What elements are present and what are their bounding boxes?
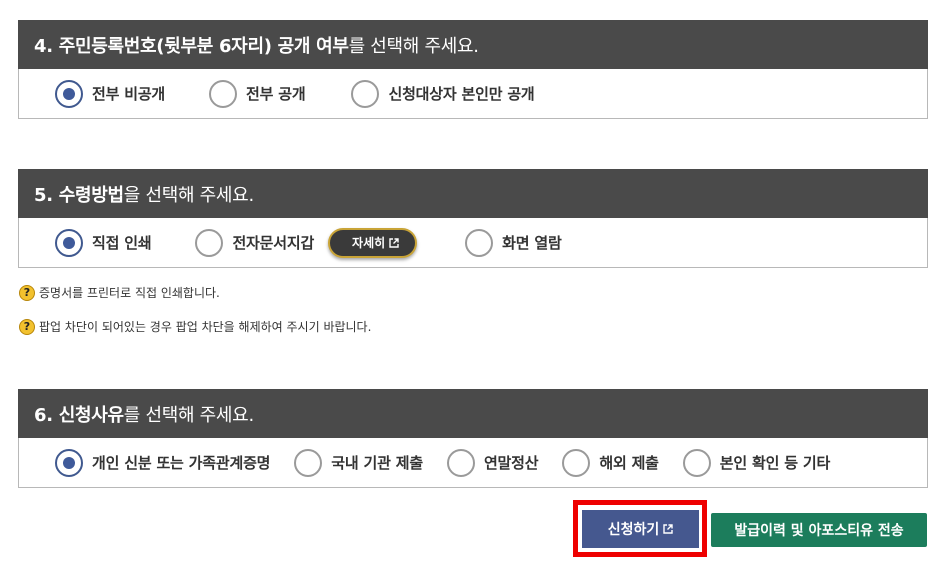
- radio-unselected-icon[interactable]: [562, 448, 591, 477]
- section-title-bold: 4. 주민등록번호(뒷부분 6자리) 공개 여부: [34, 35, 349, 57]
- radio-unselected-icon[interactable]: [351, 79, 380, 108]
- help-note-text: 증명서를 프린터로 직접 인쇄합니다.: [39, 286, 220, 300]
- section-resident-number: 4. 주민등록번호(뒷부분 6자리) 공개 여부 를 선택해 주세요. 전부 비공…: [18, 20, 928, 119]
- radio-label: 전부 공개: [246, 85, 306, 103]
- radio-label: 국내 기관 제출: [331, 454, 423, 472]
- apply-button[interactable]: 신청하기: [582, 510, 699, 548]
- radio-group: 전부 비공개 전부 공개 신청대상자 본인만 공개: [18, 69, 928, 119]
- radio-selected-icon[interactable]: [55, 448, 83, 477]
- radio-unselected-icon[interactable]: [446, 448, 475, 477]
- radio-label: 해외 제출: [599, 454, 659, 472]
- radio-option-family-relation[interactable]: 개인 신분 또는 가족관계증명: [55, 448, 271, 477]
- radio-label: 전부 비공개: [92, 85, 166, 103]
- help-note-print: ? 증명서를 프린터로 직접 인쇄합니다.: [19, 284, 220, 301]
- radio-option-overseas[interactable]: 해외 제출: [562, 448, 659, 477]
- radio-label: 연말정산: [483, 454, 539, 472]
- section-receipt-method: 5. 수령방법 을 선택해 주세요. 직접 인쇄 전자문서지갑 자세히 화면 열람: [18, 169, 928, 268]
- section-application-reason: 6. 신청사유 를 선택해 주세요. 개인 신분 또는 가족관계증명 국내 기관 …: [18, 389, 928, 488]
- question-circle-icon: ?: [19, 318, 35, 335]
- issue-history-label: 발급이력 및 아포스티유 전송: [734, 523, 904, 539]
- section-title-rest: 을 선택해 주세요.: [123, 184, 254, 206]
- radio-option-all-public[interactable]: 전부 공개: [209, 79, 306, 108]
- radio-option-domestic-agency[interactable]: 국내 기관 제출: [294, 448, 423, 477]
- section-header: 6. 신청사유 를 선택해 주세요.: [18, 389, 928, 438]
- radio-option-e-wallet[interactable]: 전자문서지갑: [195, 228, 315, 257]
- radio-unselected-icon[interactable]: [682, 448, 711, 477]
- radio-unselected-icon[interactable]: [294, 448, 323, 477]
- section-title-bold: 5. 수령방법: [34, 184, 124, 206]
- radio-group: 직접 인쇄 전자문서지갑 자세히 화면 열람: [18, 218, 928, 268]
- section-title-rest: 를 선택해 주세요.: [123, 404, 254, 426]
- help-note-text: 팝업 차단이 되어있는 경우 팝업 차단을 해제하여 주시기 바랍니다.: [39, 320, 372, 334]
- radio-label: 본인 확인 등 기타: [719, 454, 831, 472]
- radio-label: 개인 신분 또는 가족관계증명: [92, 454, 271, 472]
- detail-button[interactable]: 자세히: [328, 227, 418, 258]
- radio-option-identity-other[interactable]: 본인 확인 등 기타: [682, 448, 831, 477]
- apply-button-label: 신청하기: [607, 522, 660, 538]
- radio-option-direct-print[interactable]: 직접 인쇄: [55, 228, 152, 257]
- radio-option-screen-view[interactable]: 화면 열람: [465, 228, 562, 257]
- radio-unselected-icon[interactable]: [209, 79, 238, 108]
- section-title-rest: 를 선택해 주세요.: [348, 35, 479, 57]
- issue-history-button[interactable]: 발급이력 및 아포스티유 전송: [711, 513, 927, 547]
- help-note-popup: ? 팝업 차단이 되어있는 경우 팝업 차단을 해제하여 주시기 바랍니다.: [19, 318, 371, 335]
- radio-selected-icon[interactable]: [55, 228, 83, 257]
- section-header: 4. 주민등록번호(뒷부분 6자리) 공개 여부 를 선택해 주세요.: [18, 20, 928, 69]
- radio-option-self-public[interactable]: 신청대상자 본인만 공개: [351, 79, 535, 108]
- radio-group: 개인 신분 또는 가족관계증명 국내 기관 제출 연말정산 해외 제출 본인 확…: [18, 438, 928, 488]
- question-circle-icon: ?: [19, 284, 35, 301]
- radio-unselected-icon[interactable]: [465, 228, 494, 257]
- radio-option-year-end-tax[interactable]: 연말정산: [446, 448, 539, 477]
- radio-option-all-private[interactable]: 전부 비공개: [55, 79, 166, 108]
- external-link-icon: [389, 237, 399, 248]
- radio-label: 전자문서지갑: [232, 234, 315, 252]
- section-header: 5. 수령방법 을 선택해 주세요.: [18, 169, 928, 218]
- detail-button-label: 자세히: [352, 236, 386, 250]
- radio-label: 직접 인쇄: [92, 234, 152, 252]
- radio-unselected-icon[interactable]: [195, 228, 224, 257]
- external-link-icon: [663, 524, 673, 534]
- radio-label: 신청대상자 본인만 공개: [388, 85, 535, 103]
- radio-selected-icon[interactable]: [55, 79, 83, 108]
- section-title-bold: 6. 신청사유: [34, 404, 124, 426]
- radio-label: 화면 열람: [502, 234, 562, 252]
